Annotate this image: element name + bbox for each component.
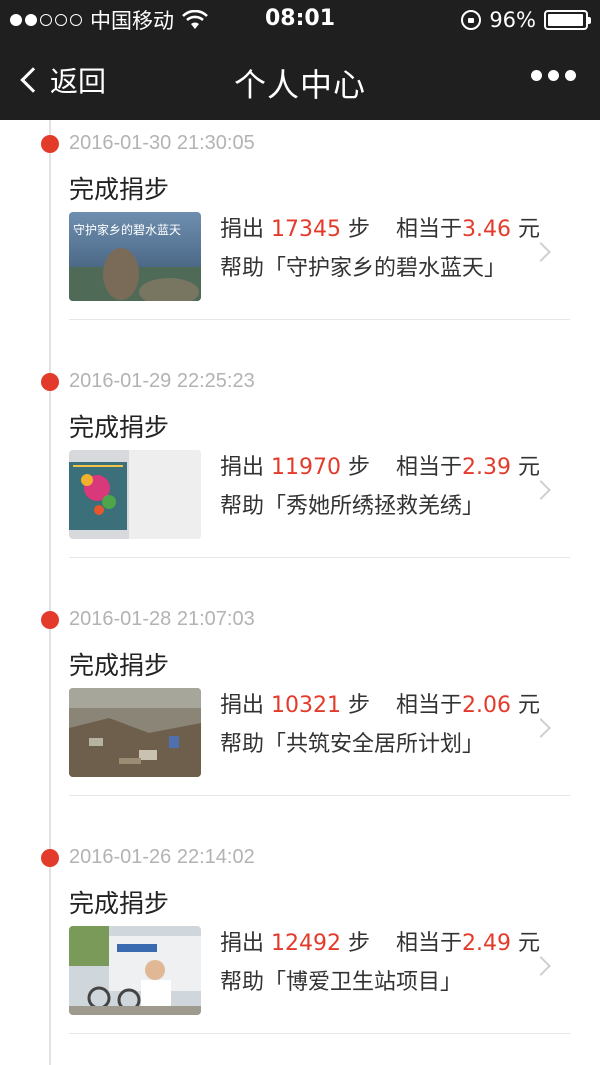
- entry-timestamp: 2016-01-30 21:30:05: [69, 132, 255, 154]
- project-thumbnail: [69, 450, 201, 539]
- project-thumbnail: [69, 688, 201, 777]
- rotation-lock-icon: [461, 10, 482, 30]
- steps-value: 12492: [271, 931, 342, 956]
- amount-value: 2.06: [462, 693, 512, 718]
- battery-percent: 96%: [489, 8, 536, 32]
- project-name: 帮助「守护家乡的碧水蓝天」: [220, 256, 507, 281]
- project-name: 帮助「博爱卫生站项目」: [220, 970, 463, 995]
- entry-action: 完成捐步: [69, 413, 170, 442]
- timeline-entry: 2016-01-30 21:30:05 完成捐步 守护家乡的碧水蓝天 捐出 17…: [0, 120, 600, 358]
- timeline-entry: 2016-01-26 22:14:02 完成捐步 捐出 12492 步相当于2.…: [0, 834, 600, 1065]
- entry-timestamp: 2016-01-26 22:14:02: [69, 846, 255, 868]
- amount-value: 3.46: [462, 217, 512, 242]
- entry-timestamp: 2016-01-28 21:07:03: [69, 608, 255, 630]
- timeline-entry: 2016-01-29 22:25:23 完成捐步 捐出 11970 步相当于2.…: [0, 358, 600, 596]
- timeline-dot: [41, 373, 59, 391]
- amount-value: 2.39: [462, 455, 512, 480]
- amount-value: 2.49: [462, 931, 512, 956]
- entry-action: 完成捐步: [69, 889, 170, 918]
- divider: [69, 319, 570, 320]
- project-thumbnail: [69, 926, 201, 1015]
- donation-summary: 捐出 17345 步相当于3.46 元: [220, 217, 541, 242]
- entry-timestamp: 2016-01-29 22:25:23: [69, 370, 255, 392]
- donation-summary: 捐出 11970 步相当于2.39 元: [220, 455, 541, 480]
- divider: [69, 1033, 570, 1034]
- donation-summary: 捐出 10321 步相当于2.06 元: [220, 693, 541, 718]
- entry-action: 完成捐步: [69, 651, 170, 680]
- donation-summary: 捐出 12492 步相当于2.49 元: [220, 931, 541, 956]
- project-name: 帮助「共筑安全居所计划」: [220, 732, 485, 757]
- project-thumbnail: 守护家乡的碧水蓝天: [69, 212, 201, 301]
- divider: [69, 795, 570, 796]
- project-name: 帮助「秀她所绣拯救羌绣」: [220, 494, 485, 519]
- battery-icon: [544, 10, 591, 30]
- steps-value: 11970: [271, 455, 342, 480]
- status-right: 96%: [461, 6, 591, 34]
- timeline-dot: [41, 135, 59, 153]
- nav-bar: 返回 个人中心: [0, 40, 600, 120]
- timeline-entry: 2016-01-28 21:07:03 完成捐步 捐出 10321 步相当于2.…: [0, 596, 600, 834]
- more-dots-icon[interactable]: [531, 70, 576, 81]
- timeline-dot: [41, 611, 59, 629]
- entry-action: 完成捐步: [69, 175, 170, 204]
- timeline-dot: [41, 849, 59, 867]
- divider: [69, 557, 570, 558]
- status-bar: 中国移动 08:01 96%: [0, 0, 600, 40]
- page-title: 个人中心: [233, 66, 366, 104]
- steps-value: 10321: [271, 693, 342, 718]
- thumb-caption: 守护家乡的碧水蓝天: [73, 222, 181, 237]
- steps-value: 17345: [271, 217, 342, 242]
